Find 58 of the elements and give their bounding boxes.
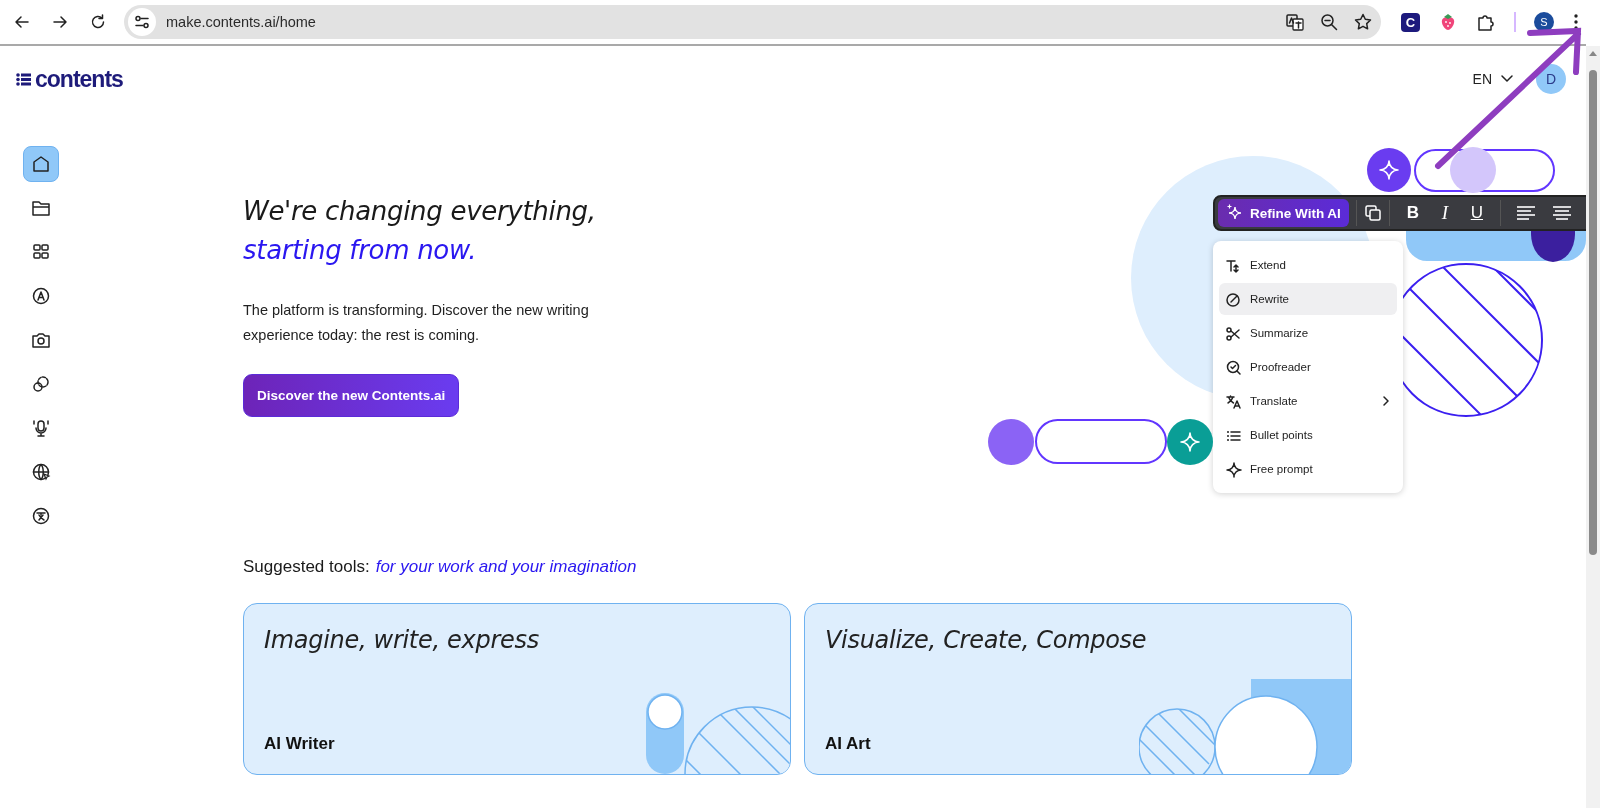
scrollbar-thumb[interactable] bbox=[1589, 70, 1597, 555]
chat-bubbles-icon bbox=[30, 373, 52, 395]
check-search-icon bbox=[1225, 358, 1242, 376]
logo-list-icon bbox=[16, 72, 31, 86]
align-center-icon[interactable] bbox=[1551, 205, 1572, 221]
url-text: make.contents.ai/home bbox=[166, 14, 317, 30]
refine-with-ai-button[interactable]: Refine With AI bbox=[1218, 199, 1349, 227]
logo-text: contents bbox=[35, 65, 123, 93]
card-title: AI Art bbox=[825, 734, 872, 754]
profile-avatar[interactable]: S bbox=[1534, 12, 1554, 32]
translate-icon[interactable] bbox=[1285, 12, 1305, 32]
discover-button[interactable]: Discover the new Contents.ai bbox=[243, 374, 460, 417]
sliders-icon bbox=[134, 14, 150, 30]
globe-icon bbox=[30, 461, 52, 483]
suggested-tools-tagline: for your work and your imagination bbox=[375, 557, 637, 577]
translate-icon bbox=[1225, 392, 1242, 410]
italic-button[interactable]: I bbox=[1428, 199, 1461, 227]
scissors-icon bbox=[1225, 324, 1242, 342]
menu-item[interactable]: Summarize bbox=[1219, 317, 1397, 349]
user-avatar[interactable]: D bbox=[1536, 64, 1566, 94]
hero-description: The platform is transforming. Discover the new writing experience today: the rest is coming. bbox=[243, 301, 590, 345]
menu-item[interactable]: Bullet points bbox=[1219, 419, 1397, 451]
hero-title: We're changing everything, bbox=[243, 195, 596, 228]
card-tagline: Imagine, write, express bbox=[264, 626, 540, 654]
site-settings-icon[interactable] bbox=[128, 8, 156, 36]
letter-circle-icon bbox=[30, 285, 52, 307]
copy-icon[interactable] bbox=[1363, 204, 1382, 222]
home-icon bbox=[30, 153, 52, 175]
menu-item[interactable]: Free prompt bbox=[1219, 453, 1397, 485]
menu-item[interactable]: Translate bbox=[1219, 385, 1397, 417]
sidebar-item[interactable] bbox=[23, 146, 59, 182]
sparkle-icon bbox=[1225, 460, 1242, 478]
menu-item[interactable]: Extend bbox=[1219, 249, 1397, 281]
underline-button[interactable]: U bbox=[1460, 199, 1493, 227]
chevron-down-icon bbox=[1500, 74, 1514, 84]
filled-circle bbox=[988, 419, 1034, 465]
bold-button[interactable]: B bbox=[1396, 199, 1429, 227]
puzzle-icon[interactable] bbox=[1476, 12, 1496, 32]
tool-card[interactable]: Visualize, Create, Compose AI Art bbox=[804, 603, 1352, 775]
align-left-icon[interactable] bbox=[1515, 205, 1536, 221]
translate-bubble-icon bbox=[30, 505, 52, 527]
address-bar[interactable]: make.contents.ai/home bbox=[124, 5, 1381, 39]
sparkle-icon bbox=[1178, 430, 1202, 454]
microphone-icon bbox=[30, 417, 52, 439]
suggested-tools-label: Suggested tools: bbox=[243, 557, 370, 577]
menu-item[interactable]: Rewrite bbox=[1219, 283, 1397, 315]
sparkle-icon bbox=[1377, 158, 1401, 182]
zoom-out-icon[interactable] bbox=[1319, 12, 1339, 32]
hero-subtitle: starting from now. bbox=[243, 234, 477, 267]
card-tagline: Visualize, Create, Compose bbox=[825, 626, 1148, 654]
menu-item[interactable]: Proofreader bbox=[1219, 351, 1397, 383]
card-title: AI Writer bbox=[264, 734, 336, 754]
tool-card[interactable]: Imagine, write, express AI Writer bbox=[243, 603, 791, 775]
star-icon[interactable] bbox=[1353, 12, 1373, 32]
extension-icon[interactable]: C bbox=[1401, 12, 1420, 32]
rewrite-icon bbox=[1225, 290, 1242, 308]
language-selector[interactable]: EN bbox=[1472, 71, 1514, 87]
sparkles-icon bbox=[1226, 204, 1244, 222]
